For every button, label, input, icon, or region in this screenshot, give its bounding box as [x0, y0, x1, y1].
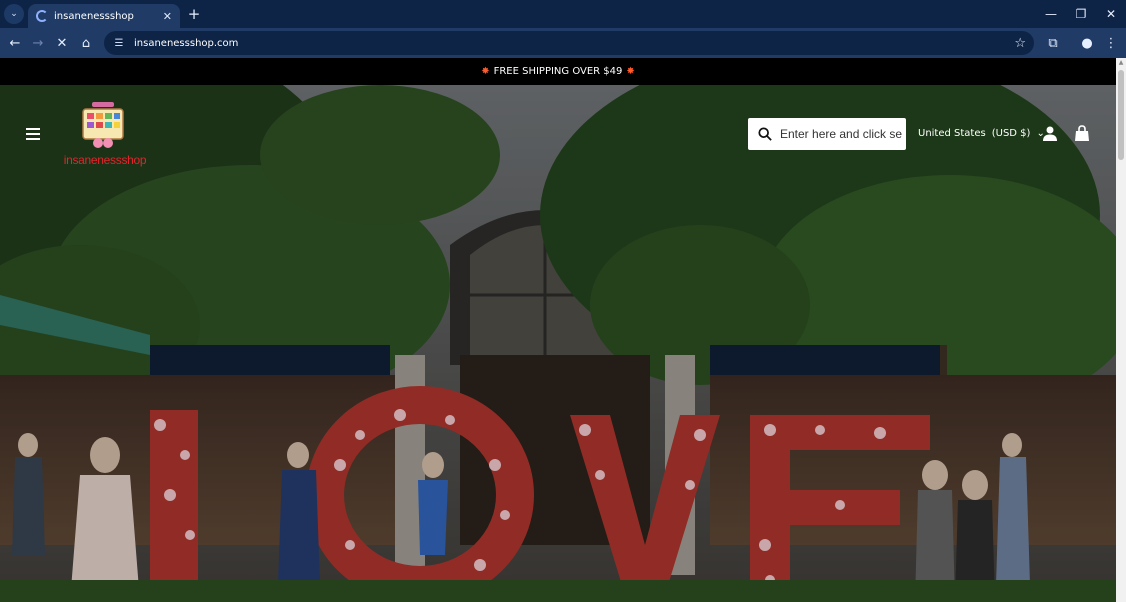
browser-tab-bar: ⌄ insanenessshop ✕ + — ❐ ✕	[0, 0, 1126, 28]
restore-icon[interactable]: ❐	[1066, 0, 1096, 28]
close-window-icon[interactable]: ✕	[1096, 0, 1126, 28]
store-header: insanenessshop United States (USD $) ⌄	[0, 85, 1116, 185]
loading-spinner-icon	[36, 10, 48, 22]
back-arrow-icon[interactable]: ←	[5, 33, 25, 53]
home-icon[interactable]: ⌂	[76, 33, 96, 53]
url-text[interactable]: insanenessshop.com	[134, 38, 1014, 49]
stop-icon[interactable]: ✕	[52, 33, 72, 53]
browser-menu-kebab-icon[interactable]: ⋮	[1101, 33, 1121, 53]
announcement-bar: ✸ FREE SHIPPING OVER $49 ✸	[0, 58, 1116, 85]
store-logo[interactable]: insanenessshop	[50, 99, 160, 169]
new-tab-plus-icon[interactable]: +	[185, 5, 203, 23]
account-icon[interactable]	[1042, 125, 1058, 141]
extensions-puzzle-icon[interactable]: ⧉	[1043, 33, 1063, 53]
address-bar[interactable]: ☰ insanenessshop.com ☆	[104, 31, 1034, 55]
web-page: ✸ FREE SHIPPING OVER $49 ✸ insanenesssho…	[0, 58, 1116, 602]
tab-close-icon[interactable]: ✕	[163, 10, 172, 23]
tab-search-chevron-down-icon[interactable]: ⌄	[4, 4, 24, 24]
currency-selector[interactable]: United States (USD $) ⌄	[918, 128, 1045, 139]
minimize-icon[interactable]: —	[1036, 0, 1066, 28]
browser-toolbar: ← → ✕ ⌂ ☰ insanenessshop.com ☆ ⧉ ● ⋮	[0, 28, 1126, 58]
browser-tab[interactable]: insanenessshop ✕	[28, 4, 180, 28]
bookmark-star-icon[interactable]: ☆	[1014, 36, 1026, 51]
currency-code: (USD $)	[991, 128, 1031, 139]
hamburger-icon[interactable]	[26, 128, 40, 140]
scroll-thumb[interactable]	[1118, 70, 1124, 160]
scroll-up-arrow-icon[interactable]: ▲	[1117, 59, 1125, 67]
palette-logo-icon	[82, 102, 124, 148]
site-info-tune-icon[interactable]: ☰	[112, 36, 126, 50]
announcement-text: FREE SHIPPING OVER $49	[493, 66, 623, 77]
search-box[interactable]	[748, 118, 906, 150]
shopping-bag-icon[interactable]	[1074, 125, 1090, 142]
logo-text: insanenessshop	[63, 153, 147, 167]
window-controls: — ❐ ✕	[1036, 0, 1126, 28]
country-label: United States	[918, 128, 986, 139]
search-icon[interactable]	[758, 127, 772, 141]
burst-icon: ✸	[626, 66, 635, 77]
page-scrollbar[interactable]: ▲	[1116, 58, 1126, 602]
forward-arrow-icon[interactable]: →	[28, 33, 48, 53]
burst-icon: ✸	[481, 66, 490, 77]
search-input[interactable]	[780, 127, 902, 141]
tab-title: insanenessshop	[54, 10, 134, 22]
profile-person-icon[interactable]: ●	[1077, 33, 1097, 53]
